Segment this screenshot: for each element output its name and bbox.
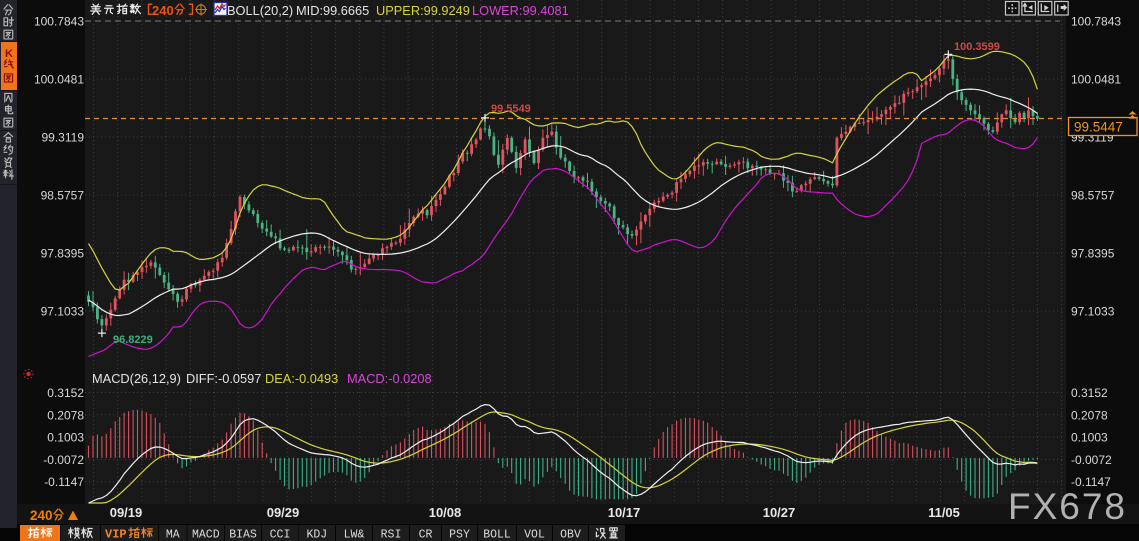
svg-text:FX678: FX678 xyxy=(1008,486,1127,527)
svg-text:CR: CR xyxy=(419,529,433,541)
svg-text:09/29: 09/29 xyxy=(267,505,300,520)
svg-text:09/19: 09/19 xyxy=(110,505,143,520)
svg-text:0.1003: 0.1003 xyxy=(1071,431,1108,445)
svg-text:VIP: VIP xyxy=(105,528,127,541)
svg-text:VOL: VOL xyxy=(524,529,545,541)
svg-text:0.3152: 0.3152 xyxy=(47,386,84,400)
svg-text:97.8395: 97.8395 xyxy=(41,247,85,261)
svg-text:UPPER:99.9249: UPPER:99.9249 xyxy=(376,3,470,18)
svg-text:10/17: 10/17 xyxy=(608,505,641,520)
svg-text:99.3119: 99.3119 xyxy=(42,131,85,145)
svg-text:100.7843: 100.7843 xyxy=(34,15,84,29)
svg-text:98.5757: 98.5757 xyxy=(41,189,85,203)
svg-text:97.1033: 97.1033 xyxy=(41,305,85,319)
svg-text:0.2078: 0.2078 xyxy=(1071,408,1108,422)
svg-text:MID:99.6665: MID:99.6665 xyxy=(296,3,369,18)
svg-text:240: 240 xyxy=(152,3,174,18)
svg-text:-0.1147: -0.1147 xyxy=(44,475,84,489)
svg-text:240: 240 xyxy=(30,508,53,523)
svg-text:MACD: MACD xyxy=(192,529,220,541)
svg-text:98.5757: 98.5757 xyxy=(1071,189,1115,203)
svg-text:LW&: LW& xyxy=(344,529,365,541)
svg-text:97.1033: 97.1033 xyxy=(1071,305,1115,319)
svg-text:-0.0072: -0.0072 xyxy=(43,453,84,467)
svg-text:100.3599: 100.3599 xyxy=(954,41,1000,53)
svg-text:MACD:-0.0208: MACD:-0.0208 xyxy=(347,371,432,386)
svg-text:11/05: 11/05 xyxy=(928,505,960,520)
svg-text:OBV: OBV xyxy=(560,529,581,541)
svg-text:BOLL: BOLL xyxy=(483,529,511,541)
svg-text:MA: MA xyxy=(166,529,180,541)
svg-text:CCI: CCI xyxy=(270,529,291,541)
svg-text:97.8395: 97.8395 xyxy=(1071,247,1115,261)
svg-text:-0.0072: -0.0072 xyxy=(1071,453,1112,467)
svg-text:0.3152: 0.3152 xyxy=(1071,386,1108,400)
svg-text:100.7843: 100.7843 xyxy=(1071,15,1121,29)
svg-text:100.0481: 100.0481 xyxy=(34,73,84,87)
svg-text:K: K xyxy=(5,48,13,60)
svg-text:LOWER:99.4081: LOWER:99.4081 xyxy=(472,3,569,18)
svg-text:100.0481: 100.0481 xyxy=(1071,73,1121,87)
svg-text:PSY: PSY xyxy=(449,529,470,541)
svg-text:KDJ: KDJ xyxy=(306,529,327,541)
svg-text:BIAS: BIAS xyxy=(229,529,257,541)
svg-text:99.5549: 99.5549 xyxy=(491,103,531,115)
svg-text:BOLL(20,2): BOLL(20,2) xyxy=(227,3,293,18)
svg-text:0.1003: 0.1003 xyxy=(47,431,84,445)
svg-text:10/08: 10/08 xyxy=(429,505,462,520)
svg-text:99.5447: 99.5447 xyxy=(1074,120,1123,135)
svg-text:RSI: RSI xyxy=(381,529,402,541)
svg-text:DEA:-0.0493: DEA:-0.0493 xyxy=(265,371,338,386)
svg-text:DIFF:-0.0597: DIFF:-0.0597 xyxy=(186,371,261,386)
svg-text:96.8229: 96.8229 xyxy=(113,334,153,346)
svg-text:10/27: 10/27 xyxy=(763,505,796,520)
svg-text:0.2078: 0.2078 xyxy=(47,408,84,422)
svg-text:MACD(26,12,9): MACD(26,12,9) xyxy=(92,371,181,386)
